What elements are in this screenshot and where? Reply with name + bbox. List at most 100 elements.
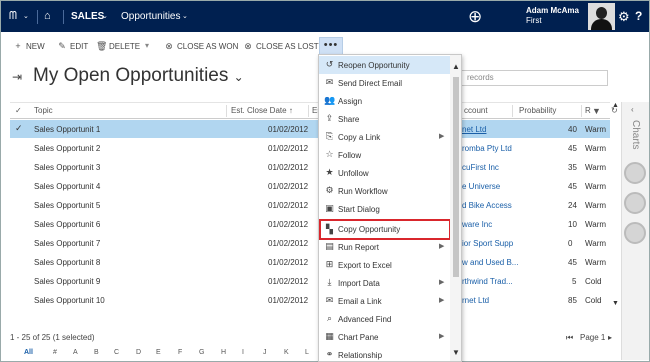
alpha-letter[interactable]: J: [263, 349, 267, 356]
expand-icon[interactable]: ‹: [631, 105, 634, 114]
column-probability[interactable]: Probability: [519, 106, 556, 115]
column-close-date[interactable]: Est. Close Date ↑: [231, 106, 293, 115]
workflow-icon: ⚙: [325, 185, 334, 195]
alpha-letter[interactable]: H: [221, 349, 226, 356]
menu-item-share[interactable]: ⇪ Share: [319, 110, 451, 128]
pin-icon[interactable]: ⇥: [12, 70, 22, 84]
column-rating[interactable]: R: [585, 106, 591, 115]
user-info[interactable]: Adam McAma First: [526, 6, 579, 26]
pencil-icon: ✎: [58, 41, 66, 51]
column-account[interactable]: ccount: [464, 106, 488, 115]
menu-item-copy-opportunity[interactable]: ▚ Copy Opportunity: [319, 219, 451, 240]
alpha-letter[interactable]: D: [136, 349, 141, 356]
menu-item-email-a-link[interactable]: ✉ Email a Link ▶: [319, 292, 451, 310]
edit-button[interactable]: ✎ EDIT: [57, 41, 88, 52]
menu-item-advanced-find[interactable]: ⌕ Advanced Find: [319, 310, 451, 328]
alpha-letter[interactable]: B: [94, 349, 99, 356]
alpha-letter[interactable]: F: [178, 349, 182, 356]
table-row[interactable]: Sales Opportunit 9 01/02/2012 rthwind Tr…: [10, 272, 610, 290]
alphabet-filter: All # A B C D E F G H I J K L: [10, 349, 610, 361]
menu-item-start-dialog[interactable]: ▣ Start Dialog: [319, 200, 451, 218]
menu-item-relationship[interactable]: ⚭ Relationship: [319, 346, 451, 361]
table-row[interactable]: Sales Opportunit 6 01/02/2012 ware Inc 1…: [10, 215, 610, 233]
filter-icon[interactable]: ▼: [592, 106, 601, 116]
table-row[interactable]: ✓ Sales Opportunit 1 01/02/2012 net Ltd …: [10, 120, 610, 138]
first-page-icon[interactable]: ⏮: [566, 333, 573, 343]
funnel-chart-icon[interactable]: [624, 222, 646, 244]
top-nav-bar: ᗰ ⌄ ⌂ SALES ⌄ Opportunities ⌄ ⊕ Adam McA…: [1, 1, 649, 32]
menu-scrollbar[interactable]: ▲ ▼: [450, 55, 461, 361]
table-row[interactable]: Sales Opportunit 2 01/02/2012 romba Pty …: [10, 139, 610, 157]
menu-item-unfollow[interactable]: ★ Unfollow: [319, 164, 451, 182]
chevron-down-icon[interactable]: ⌄: [234, 70, 244, 84]
table-row[interactable]: Sales Opportunit 5 01/02/2012 d Bike Acc…: [10, 196, 610, 214]
alpha-all[interactable]: All: [24, 349, 33, 356]
alpha-letter[interactable]: A: [73, 349, 78, 356]
column-topic[interactable]: Topic: [34, 106, 53, 115]
alpha-letter[interactable]: C: [114, 349, 119, 356]
menu-item-import-data[interactable]: ⤓ Import Data ▶: [319, 274, 451, 292]
delete-dropdown-chevron-icon[interactable]: ▾: [145, 41, 149, 50]
new-button[interactable]: + NEW: [13, 41, 44, 51]
menu-item-copy-a-link[interactable]: ⎘ Copy a Link ▶: [319, 128, 451, 146]
alpha-letter[interactable]: I: [242, 349, 244, 356]
nav-area-opportunities[interactable]: Opportunities: [121, 1, 180, 32]
bar-chart-icon[interactable]: [624, 162, 646, 184]
copy-icon: ▚: [326, 224, 333, 234]
menu-item-export-to-excel[interactable]: ⊞ Export to Excel: [319, 256, 451, 274]
app-logo-icon[interactable]: ᗰ: [9, 1, 17, 32]
pie-chart-icon[interactable]: [624, 192, 646, 214]
menu-item-chart-pane[interactable]: ▦ Chart Pane ▶: [319, 328, 451, 346]
menu-item-reopen-opportunity[interactable]: ↺ Reopen Opportunity: [319, 56, 451, 74]
next-page-icon[interactable]: ▸: [608, 333, 612, 342]
scroll-down-icon[interactable]: ▼: [612, 300, 619, 307]
table-row[interactable]: Sales Opportunit 7 01/02/2012 ior Sport …: [10, 234, 610, 252]
create-new-icon[interactable]: ⊕: [468, 1, 482, 32]
record-count: 1 - 25 of 25 (1 selected): [10, 333, 95, 342]
menu-item-assign[interactable]: 👥 Assign: [319, 92, 451, 110]
close-as-lost-button[interactable]: ⊗ CLOSE AS LOST: [243, 41, 318, 52]
gear-icon[interactable]: ⚙: [618, 1, 630, 32]
menu-item-run-workflow[interactable]: ⚙ Run Workflow: [319, 182, 451, 200]
scroll-down-icon[interactable]: ▼: [452, 348, 460, 357]
search-input[interactable]: records: [458, 70, 608, 86]
menu-item-run-report[interactable]: ▤ Run Report ▶: [319, 238, 451, 256]
select-all-check-icon[interactable]: ✓: [15, 106, 22, 115]
table-row[interactable]: Sales Opportunit 4 01/02/2012 e Universe…: [10, 177, 610, 195]
alpha-letter[interactable]: E: [156, 349, 161, 356]
alpha-letter[interactable]: #: [53, 349, 57, 356]
home-icon[interactable]: ⌂: [44, 1, 51, 32]
grid-footer: 1 - 25 of 25 (1 selected) ⏮ Page 1 ▸: [10, 333, 612, 345]
help-icon[interactable]: ?: [635, 1, 642, 32]
assign-icon: 👥: [324, 95, 336, 105]
alpha-letter[interactable]: L: [305, 349, 309, 356]
excel-icon: ⊞: [325, 259, 334, 269]
row-check-icon[interactable]: ✓: [15, 123, 23, 134]
trash-icon: 🗑: [96, 41, 108, 51]
chevron-down-icon[interactable]: ⌄: [23, 1, 29, 32]
scroll-thumb[interactable]: [453, 77, 459, 277]
grid-header: ✓ Topic Est. Close Date ↑ Es ccount Prob…: [10, 102, 618, 119]
page-title[interactable]: My Open Opportunities ⌄: [33, 65, 244, 87]
submenu-arrow-icon: ▶: [439, 279, 445, 286]
report-icon: ▤: [325, 241, 334, 251]
close-as-won-button[interactable]: ⊗ CLOSE AS WON: [164, 41, 238, 52]
menu-item-follow[interactable]: ☆ Follow: [319, 146, 451, 164]
chevron-down-icon[interactable]: ⌄: [102, 1, 108, 32]
more-commands-button[interactable]: •••: [319, 37, 343, 55]
delete-button[interactable]: 🗑 DELETE: [96, 41, 140, 52]
menu-item-send-direct-email[interactable]: ✉ Send Direct Email: [319, 74, 451, 92]
table-row[interactable]: Sales Opportunit 8 01/02/2012 w and Used…: [10, 253, 610, 271]
table-row[interactable]: Sales Opportunit 10 01/02/2012 rnet Ltd …: [10, 291, 610, 309]
scroll-up-icon[interactable]: ▲: [452, 62, 460, 71]
table-row[interactable]: Sales Opportunit 3 01/02/2012 cuFirst In…: [10, 158, 610, 176]
nav-app-sales[interactable]: SALES: [71, 1, 104, 32]
charts-label[interactable]: Charts: [630, 120, 641, 149]
scroll-up-icon[interactable]: ▲: [612, 102, 619, 109]
alpha-letter[interactable]: K: [284, 349, 289, 356]
grid-scrollbar[interactable]: ▲ ▼: [611, 102, 620, 312]
chevron-down-icon[interactable]: ⌄: [182, 1, 188, 32]
avatar[interactable]: [588, 3, 615, 30]
reopen-icon: ↺: [325, 59, 334, 69]
alpha-letter[interactable]: G: [199, 349, 204, 356]
